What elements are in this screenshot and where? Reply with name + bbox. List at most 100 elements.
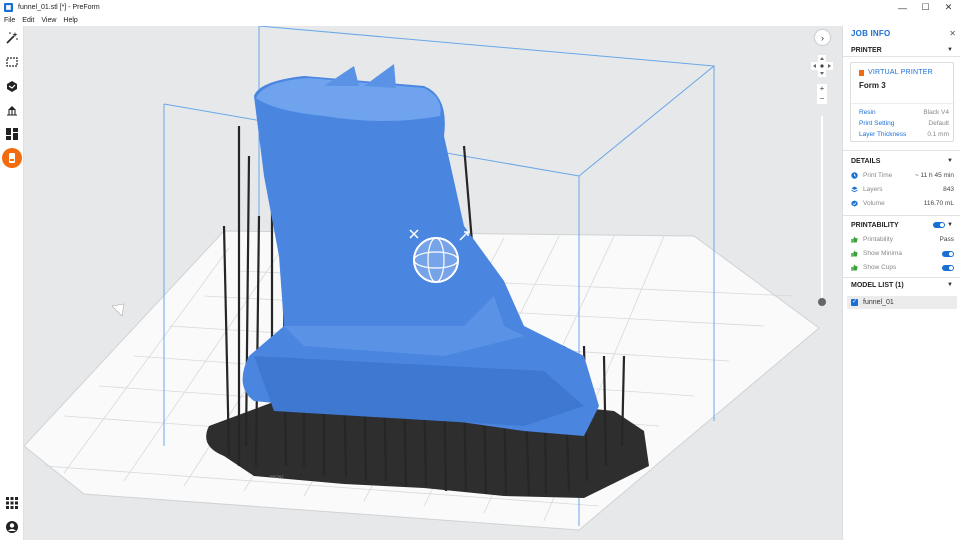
supports-icon [7, 106, 17, 116]
list-item[interactable]: ✓ funnel_01 [847, 296, 957, 309]
show-minima-row: Show Minima [851, 250, 954, 257]
zoom-slider-track[interactable] [821, 116, 823, 302]
printer-name: Form 3 [859, 81, 886, 90]
panel-close-icon[interactable]: ✕ [949, 29, 956, 38]
layer-thickness-value: 0.1 mm [927, 131, 949, 138]
printability-heading: PRINTABILITY [851, 221, 899, 229]
model-list-section-header[interactable]: MODEL LIST (1) ▼ [843, 279, 960, 291]
printer-section-header[interactable]: PRINTER ▼ [843, 44, 960, 56]
layers-icon [851, 186, 858, 193]
window-title: funnel_01.stl [*] - PreForm [18, 4, 100, 11]
close-button[interactable]: ✕ [937, 0, 960, 15]
magic-wand-icon [6, 32, 18, 44]
divider [843, 150, 960, 151]
apps-button[interactable] [2, 493, 22, 513]
printability-label: Printability [863, 236, 893, 243]
select-button[interactable] [2, 52, 22, 72]
model-checkbox[interactable]: ✓ [851, 299, 858, 306]
layers-value: 843 [943, 186, 954, 193]
print-time-label: Print Time [863, 172, 893, 179]
menu-file[interactable]: File [4, 17, 15, 24]
model-name: funnel_01 [863, 299, 894, 306]
divider [843, 277, 960, 278]
divider [851, 103, 953, 104]
zoom-out-button[interactable]: − [817, 94, 827, 104]
menu-bar: File Edit View Help [0, 15, 960, 26]
volume-icon [851, 200, 858, 207]
select-icon [6, 57, 18, 67]
show-minima-toggle[interactable] [942, 250, 954, 257]
divider [843, 56, 960, 57]
volume-row: Volume 116.70 mL [851, 200, 954, 207]
printer-icon [859, 69, 864, 76]
layer-thickness-row[interactable]: Layer Thickness 0.1 mm [859, 131, 949, 138]
print-setting-row[interactable]: Print Setting Default [859, 120, 949, 127]
title-bar: ▣ funnel_01.stl [*] - PreForm — ☐ ✕ [0, 0, 960, 15]
model-list-heading: MODEL LIST (1) [851, 281, 904, 289]
maximize-button[interactable]: ☐ [914, 0, 937, 15]
show-minima-label: Show Minima [863, 250, 903, 257]
scene-canvas[interactable]: FRONT [24, 26, 842, 540]
app-icon: ▣ [4, 3, 13, 12]
resin-label: Resin [859, 109, 876, 116]
caret-down-icon: ▼ [947, 282, 953, 288]
layers-row: Layers 843 [851, 186, 954, 193]
virtual-printer-text: VIRTUAL PRINTER [868, 69, 933, 76]
minimize-button[interactable]: — [891, 0, 914, 15]
layout-icon [6, 128, 18, 140]
menu-edit[interactable]: Edit [22, 17, 34, 24]
build-plate-label: FRONT [270, 474, 284, 479]
volume-label: Volume [863, 200, 885, 207]
thumbs-up-icon [851, 264, 858, 271]
layout-button[interactable] [2, 124, 22, 144]
printer-heading: PRINTER [851, 46, 882, 54]
print-button[interactable] [2, 148, 22, 168]
apps-grid-icon [6, 497, 18, 509]
printer-card[interactable]: VIRTUAL PRINTER Form 3 Resin Black V4 Pr… [850, 62, 954, 142]
print-setting-value: Default [928, 120, 949, 127]
layer-thickness-label: Layer Thickness [859, 131, 907, 138]
account-button[interactable] [2, 517, 22, 537]
printer-icon [9, 153, 15, 163]
clock-icon [851, 172, 858, 179]
show-cups-label: Show Cups [863, 264, 897, 271]
caret-down-icon: ▼ [947, 222, 953, 228]
show-cups-row: Show Cups [851, 264, 954, 271]
plate-corner-marker [111, 303, 125, 317]
magic-wand-button[interactable] [2, 28, 22, 48]
caret-down-icon: ▼ [947, 158, 953, 164]
zoom-slider-knob[interactable] [818, 298, 826, 306]
left-toolbar [0, 26, 24, 540]
resin-value: Black V4 [923, 109, 949, 116]
account-icon [6, 521, 18, 533]
printability-toggle[interactable] [933, 222, 945, 228]
print-setting-label: Print Setting [859, 120, 895, 127]
thumbs-up-icon [851, 250, 858, 257]
next-arrow-button[interactable]: › [815, 30, 830, 45]
menu-view[interactable]: View [41, 17, 56, 24]
panel-title: JOB INFO [851, 29, 891, 38]
orientation-button[interactable] [2, 76, 22, 96]
volume-value: 116.70 mL [923, 200, 954, 207]
thumbs-up-icon [851, 236, 858, 243]
view-navigation-pad[interactable] [810, 54, 834, 78]
resin-row[interactable]: Resin Black V4 [859, 109, 949, 116]
zoom-in-button[interactable]: + [817, 84, 827, 94]
caret-down-icon: ▼ [947, 47, 953, 53]
divider [843, 215, 960, 216]
window-controls: — ☐ ✕ [891, 0, 960, 15]
print-time-value: ~ 11 h 45 min [914, 172, 954, 179]
menu-help[interactable]: Help [63, 17, 77, 24]
job-info-panel: JOB INFO ✕ PRINTER ▼ VIRTUAL PRINTER For… [842, 26, 960, 540]
print-time-row: Print Time ~ 11 h 45 min [851, 172, 954, 179]
printability-section-header[interactable]: PRINTABILITY ▼ [843, 219, 960, 231]
show-cups-toggle[interactable] [942, 264, 954, 271]
layers-label: Layers [863, 186, 883, 193]
orientation-icon [7, 81, 17, 92]
printability-row: Printability Pass [851, 236, 954, 243]
details-section-header[interactable]: DETAILS ▼ [843, 155, 960, 167]
virtual-printer-label: VIRTUAL PRINTER [859, 69, 933, 76]
supports-button[interactable] [2, 100, 22, 120]
3d-viewport[interactable]: FRONT › + − [24, 26, 842, 540]
details-heading: DETAILS [851, 157, 881, 165]
